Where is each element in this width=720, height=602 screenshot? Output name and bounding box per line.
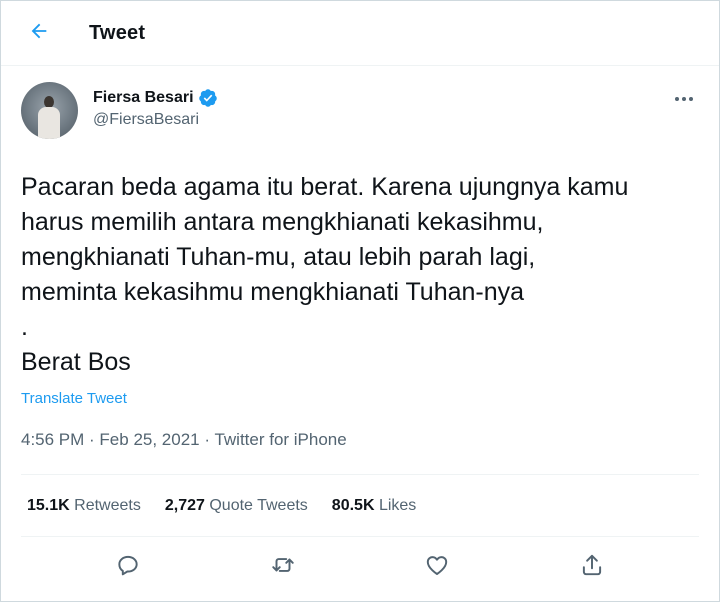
quote-tweets-label: Quote Tweets (209, 496, 308, 514)
page-title: Tweet (89, 21, 146, 44)
tweet-line: meminta kekasihmu mengkhianati Tuhan-nya (21, 278, 525, 306)
more-horizontal-icon (674, 89, 694, 107)
tweet-line: harus memilih antara mengkhianati kekasi… (21, 208, 544, 236)
translate-tweet-link[interactable]: Translate Tweet (21, 390, 127, 407)
name-line: Fiersa Besari (93, 88, 218, 108)
reply-button[interactable] (109, 548, 147, 586)
tweet-date[interactable]: Feb 25, 2021 (99, 430, 199, 449)
like-icon (424, 552, 450, 583)
tweet-line: Pacaran beda agama itu berat. Karena uju… (21, 173, 629, 201)
quote-tweets-stat[interactable]: 2,727 Quote Tweets (165, 497, 308, 515)
handle[interactable]: @FiersaBesari (93, 111, 218, 129)
retweets-stat[interactable]: 15.1K Retweets (27, 497, 141, 515)
retweets-count: 15.1K (27, 496, 70, 514)
quote-tweets-count: 2,727 (164, 496, 205, 514)
share-icon (579, 552, 605, 583)
author-row: Fiersa Besari @FiersaBesari (21, 82, 699, 140)
meta-separator: · (199, 430, 215, 449)
tweet-text: Pacaran beda agama itu berat. Karena uju… (21, 170, 699, 380)
retweets-label: Retweets (74, 496, 141, 514)
tweet-page: Tweet Fiersa Besari @FiersaBesari Pacara… (0, 0, 720, 602)
meta-separator: · (84, 430, 100, 449)
avatar[interactable] (21, 82, 78, 139)
likes-count: 80.5K (331, 496, 375, 514)
tweet-time[interactable]: 4:56 PM (21, 430, 84, 449)
tweet-line: mengkhianati Tuhan-mu, atau lebih parah … (21, 243, 536, 271)
arrow-left-icon (28, 20, 50, 47)
header-bar: Tweet (1, 1, 719, 66)
tweet-line: Berat Bos (21, 348, 131, 376)
retweet-icon (269, 552, 297, 583)
stats-row: 15.1K Retweets 2,727 Quote Tweets 80.5K … (1, 475, 719, 536)
author-info: Fiersa Besari @FiersaBesari (93, 88, 218, 129)
retweet-button[interactable] (264, 548, 302, 586)
verified-badge-icon (198, 88, 218, 108)
display-name[interactable]: Fiersa Besari (93, 89, 194, 107)
reply-icon (115, 552, 141, 583)
likes-label: Likes (378, 496, 417, 514)
tweet-line: . (21, 313, 28, 341)
tweet-meta: 4:56 PM · Feb 25, 2021 · Twitter for iPh… (21, 430, 699, 454)
share-button[interactable] (573, 548, 611, 586)
back-button[interactable] (20, 14, 58, 52)
tweet-detail: Fiersa Besari @FiersaBesari Pacaran beda… (1, 82, 719, 454)
tweet-source[interactable]: Twitter for iPhone (214, 430, 346, 449)
like-button[interactable] (418, 548, 456, 586)
likes-stat[interactable]: 80.5K Likes (332, 497, 417, 515)
more-options-button[interactable] (669, 88, 699, 108)
action-bar (1, 537, 719, 597)
